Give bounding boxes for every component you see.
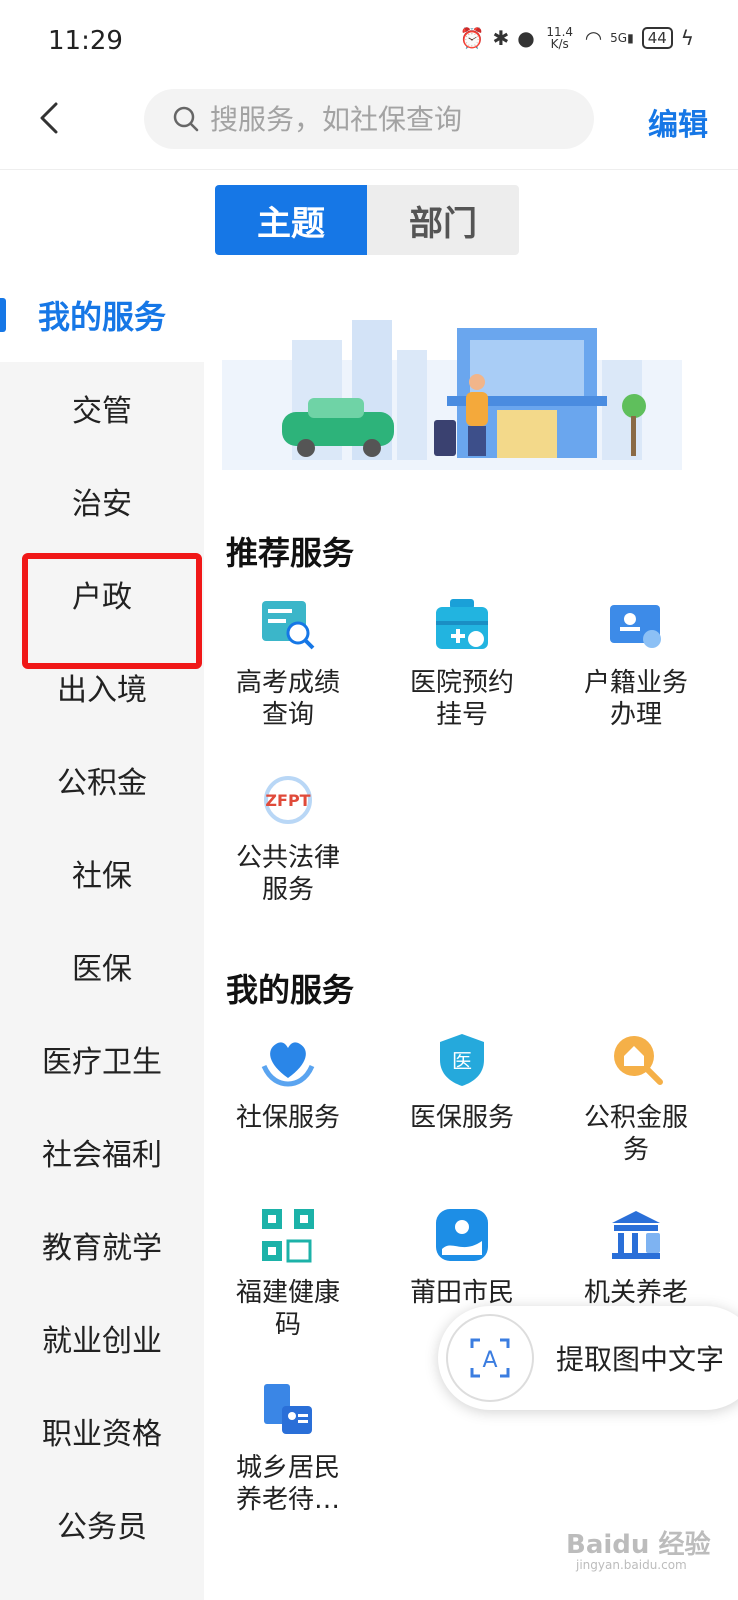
section-title-my-services: 我的服务 bbox=[226, 971, 355, 1009]
tab-department[interactable]: 部门 bbox=[367, 185, 519, 255]
service-putian-citizen[interactable]: 莆田市民 bbox=[374, 1205, 550, 1309]
service-label-line1: 高考成绩 bbox=[235, 668, 340, 698]
highlight-annotation-box bbox=[22, 553, 202, 669]
wifi-icon: ◠ bbox=[584, 26, 603, 50]
section-title-recommended: 推荐服务 bbox=[226, 534, 355, 572]
hospital-appointment-icon bbox=[436, 599, 488, 649]
net-speed-unit: K/s bbox=[550, 37, 569, 51]
alarm-icon: ⏰ bbox=[459, 26, 485, 50]
status-time: 11:29 bbox=[48, 26, 123, 56]
service-label-line1: 医院预约 bbox=[409, 668, 514, 698]
sidebar-item-11[interactable]: 就业创业 bbox=[0, 1291, 204, 1385]
net-speed: 11.4 K/s bbox=[543, 26, 577, 50]
service-pension[interactable]: 机关养老 bbox=[548, 1205, 724, 1309]
service-label-line2: 服务 bbox=[261, 875, 314, 905]
service-label-line1: 户籍业务 bbox=[583, 668, 688, 698]
service-label-line2: 码 bbox=[274, 1310, 301, 1340]
sidebar-item-6[interactable]: 社保 bbox=[0, 826, 204, 920]
service-health-code[interactable]: 福建健康码 bbox=[200, 1205, 376, 1341]
svg-text:ZFPT: ZFPT bbox=[265, 791, 310, 810]
service-label-line2: 办理 bbox=[609, 700, 662, 730]
sidebar-top-spacer bbox=[0, 170, 204, 268]
back-arrow-icon[interactable] bbox=[30, 98, 70, 138]
pension-icon bbox=[612, 1211, 660, 1259]
watermark-logo: Baidu 经验 bbox=[566, 1530, 711, 1560]
sidebar-item-13[interactable]: 公务员 bbox=[0, 1477, 204, 1571]
housing-fund-icon bbox=[614, 1036, 663, 1085]
search-icon bbox=[173, 106, 199, 132]
sidebar-item-2[interactable]: 治安 bbox=[0, 454, 204, 548]
service-label-line1: 城乡居民 bbox=[235, 1453, 340, 1483]
service-label-line1: 莆田市民 bbox=[409, 1278, 514, 1308]
service-label-line1: 公共法律 bbox=[235, 843, 340, 873]
extract-text-button[interactable]: A 提取图中文字 bbox=[438, 1306, 738, 1410]
social-security-icon bbox=[261, 1042, 315, 1087]
sidebar-item-1[interactable]: 交管 bbox=[0, 361, 204, 455]
legal-service-icon: ZFPT bbox=[264, 776, 312, 824]
service-hospital-appointment[interactable]: 医院预约 挂号 bbox=[374, 595, 550, 731]
top-header: 编辑 bbox=[0, 84, 738, 170]
medical-insurance-icon: 医 bbox=[440, 1034, 484, 1086]
watermark-url: jingyan.baidu.com bbox=[576, 1558, 687, 1572]
service-label-line2: 养老待… bbox=[235, 1485, 340, 1515]
search-input[interactable] bbox=[210, 102, 570, 136]
service-label-line1: 社保服务 bbox=[235, 1103, 340, 1133]
health-code-icon bbox=[262, 1209, 314, 1263]
service-resident-pension[interactable]: 城乡居民 养老待… bbox=[200, 1380, 376, 1516]
exam-score-icon bbox=[262, 601, 315, 650]
tab-theme[interactable]: 主题 bbox=[215, 185, 367, 255]
status-icons: ⏰ ✱ ● 11.4 K/s ◠ 5G▮ 44 ϟ bbox=[460, 26, 694, 50]
signal-label: 5G bbox=[610, 31, 628, 45]
cell-signal-icon: 5G▮ bbox=[610, 31, 634, 45]
household-registration-icon bbox=[610, 605, 661, 648]
service-label-line1: 公积金服 bbox=[583, 1103, 688, 1133]
service-exam-score[interactable]: 高考成绩 查询 bbox=[200, 595, 376, 731]
service-label-line1: 福建健康 bbox=[235, 1278, 340, 1308]
svg-text:A: A bbox=[482, 1348, 497, 1373]
search-bar[interactable] bbox=[144, 89, 594, 149]
extract-text-label: 提取图中文字 bbox=[556, 1343, 725, 1376]
sidebar-item-9[interactable]: 社会福利 bbox=[0, 1105, 204, 1199]
battery-icon: 44 bbox=[641, 27, 673, 49]
sidebar-item-10[interactable]: 教育就学 bbox=[0, 1198, 204, 1292]
sidebar-item-0[interactable]: 我的服务 bbox=[0, 268, 204, 362]
service-housing-fund[interactable]: 公积金服务 bbox=[548, 1030, 724, 1166]
city-banner-illustration bbox=[222, 320, 682, 470]
putian-citizen-icon bbox=[436, 1209, 488, 1261]
resident-pension-icon bbox=[264, 1384, 312, 1434]
service-legal[interactable]: ZFPT 公共法律 服务 bbox=[200, 770, 376, 906]
segment-tabs: 主题 部门 bbox=[215, 185, 519, 255]
svg-text:医: 医 bbox=[452, 1049, 472, 1073]
sidebar-item-12[interactable]: 职业资格 bbox=[0, 1384, 204, 1478]
charging-icon: ϟ bbox=[680, 26, 694, 50]
service-label-line1: 机关养老 bbox=[583, 1278, 688, 1308]
sidebar-item-7[interactable]: 医保 bbox=[0, 919, 204, 1013]
service-label-line2: 查询 bbox=[261, 700, 314, 730]
sidebar-item-5[interactable]: 公积金 bbox=[0, 733, 204, 827]
service-household-registration[interactable]: 户籍业务 办理 bbox=[548, 595, 724, 731]
service-medical-insurance[interactable]: 医 医保服务 bbox=[374, 1030, 550, 1134]
service-label-line2: 挂号 bbox=[435, 700, 488, 730]
location-icon: ● bbox=[517, 26, 535, 50]
status-bar: 11:29 ⏰ ✱ ● 11.4 K/s ◠ 5G▮ 44 ϟ bbox=[0, 0, 738, 84]
service-social-security[interactable]: 社保服务 bbox=[200, 1030, 376, 1134]
service-label-line2: 务 bbox=[622, 1135, 649, 1165]
sidebar-item-8[interactable]: 医疗卫生 bbox=[0, 1012, 204, 1106]
service-label-line1: 医保服务 bbox=[409, 1103, 514, 1133]
edit-button[interactable]: 编辑 bbox=[648, 100, 708, 144]
bluetooth-icon: ✱ bbox=[492, 26, 510, 50]
ocr-icon: A bbox=[446, 1314, 534, 1402]
